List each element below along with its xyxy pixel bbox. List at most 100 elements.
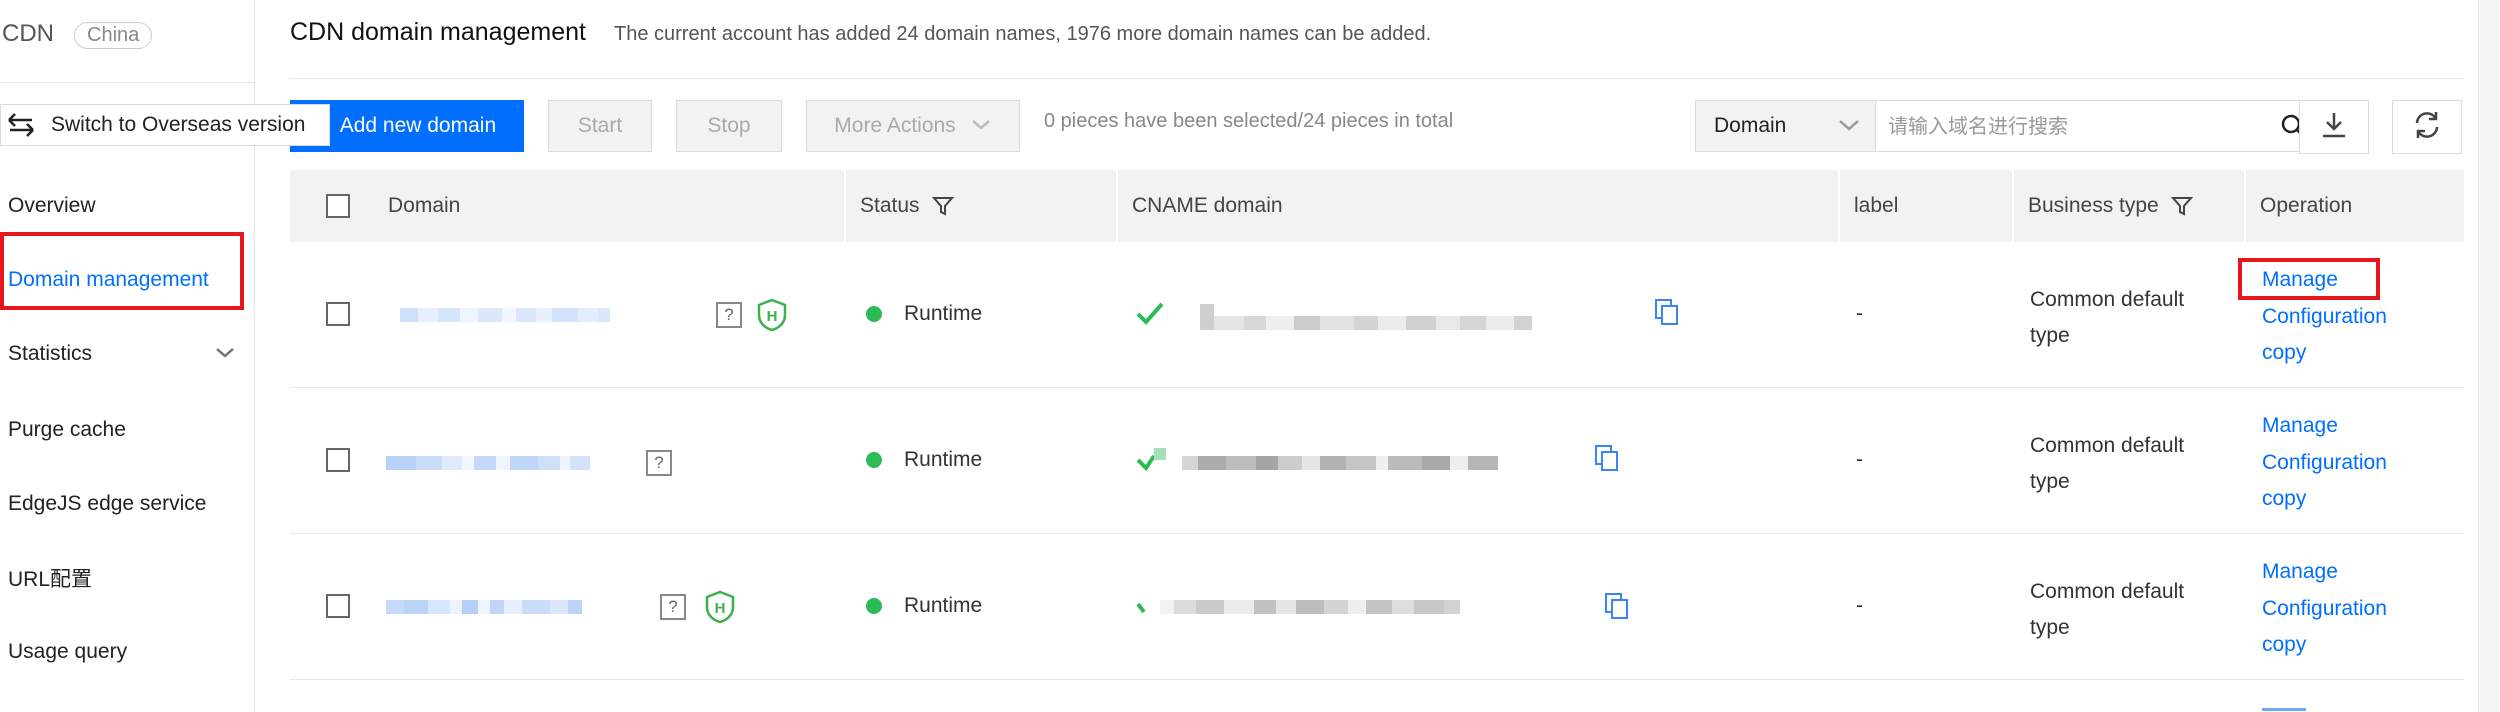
select-all-checkbox[interactable] (326, 194, 350, 218)
help-icon[interactable]: ? (716, 302, 742, 328)
brand-title: CDN (2, 20, 54, 47)
search-type-label: Domain (1714, 114, 1787, 137)
business-type-line: Common default (2030, 288, 2185, 311)
sidebar-item-label: Purge cache (8, 418, 126, 441)
configuration-link[interactable]: Configuration (2262, 591, 2387, 628)
cname-value (1182, 456, 1498, 470)
status-text: Runtime (904, 448, 983, 471)
business-type-value: Common default type (2030, 574, 2230, 646)
column-header-status: Status (846, 170, 1106, 242)
column-label: Domain (388, 194, 461, 217)
operation-links: Manage Configuration copy (2262, 408, 2387, 518)
manage-link[interactable]: Manage (2262, 554, 2387, 591)
check-icon (1136, 302, 1164, 325)
copy-icon[interactable] (1654, 298, 1680, 326)
highlight-box-manage (2238, 258, 2380, 300)
sidebar-item-url-config[interactable]: URL配置 (0, 556, 254, 600)
business-type-line: type (2030, 324, 2070, 347)
business-type-line: Common default (2030, 580, 2185, 603)
status-running-dot (866, 452, 882, 468)
copy-icon[interactable] (1604, 592, 1630, 620)
filter-icon[interactable] (931, 195, 954, 217)
switch-overseas-button[interactable]: Switch to Overseas version (0, 104, 330, 146)
sidebar-item-label: Usage query (8, 640, 128, 663)
start-label: Start (577, 114, 623, 137)
label-value: - (1856, 594, 1863, 617)
add-domain-label: Add new domain (339, 114, 497, 137)
configuration-link[interactable]: Configuration (2262, 299, 2387, 336)
stop-label: Stop (707, 114, 751, 137)
table-row: ? Runtime - Common default type Manage C… (290, 388, 2464, 534)
search-box: Domain (1695, 100, 2321, 152)
help-icon[interactable]: ? (660, 594, 686, 620)
copy-link[interactable]: copy (2262, 481, 2387, 518)
row-checkbox[interactable] (326, 302, 350, 326)
sidebar-item-label: EdgeJS edge service (8, 492, 207, 515)
manage-link-partial[interactable] (2262, 702, 2322, 712)
svg-text:H: H (715, 600, 726, 617)
check-icon (1136, 602, 1146, 614)
business-type-line: Common default (2030, 434, 2185, 457)
chevron-down-icon (1837, 115, 1861, 139)
page-title: CDN domain management (290, 18, 586, 46)
copy-icon[interactable] (1594, 444, 1620, 472)
chevron-down-icon (214, 344, 236, 368)
shield-icon: H (705, 590, 735, 624)
filter-icon[interactable] (2170, 195, 2193, 217)
sidebar-item-edgejs[interactable]: EdgeJS edge service (0, 482, 254, 526)
status-running-dot (866, 598, 882, 614)
status-text: Runtime (904, 302, 983, 325)
sidebar-item-purge-cache[interactable]: Purge cache (0, 408, 254, 452)
column-header-cname: CNAME domain (1118, 170, 1418, 242)
column-header-domain: Domain (374, 170, 634, 242)
column-label: CNAME domain (1132, 194, 1283, 217)
sidebar-item-label: Statistics (8, 342, 93, 365)
column-label: Business type (2028, 194, 2159, 217)
column-header-business-type: Business type (2014, 170, 2234, 242)
configuration-link[interactable]: Configuration (2262, 445, 2387, 482)
column-header-operation: Operation (2246, 170, 2446, 242)
selection-info: 0 pieces have been selected/24 pieces in… (1044, 110, 1454, 132)
shield-icon: H (757, 298, 787, 332)
label-value: - (1856, 448, 1863, 471)
manage-link[interactable]: Manage (2262, 408, 2387, 445)
region-badge[interactable]: China (74, 22, 153, 49)
refresh-button[interactable] (2392, 100, 2462, 154)
sidebar-item-overview[interactable]: Overview (0, 184, 254, 228)
start-button[interactable]: Start (548, 100, 652, 152)
scrollbar[interactable] (2478, 0, 2499, 712)
switch-arrows-icon (5, 111, 45, 139)
table-header: Domain Status CNAME domain label Busines… (290, 170, 2464, 242)
row-checkbox[interactable] (326, 448, 350, 472)
download-button[interactable] (2299, 100, 2369, 154)
business-type-line: type (2030, 616, 2070, 639)
chevron-down-icon (970, 114, 992, 138)
help-icon[interactable]: ? (646, 450, 672, 476)
domain-link[interactable] (400, 308, 610, 322)
domain-link[interactable] (386, 600, 582, 614)
stop-button[interactable]: Stop (676, 100, 782, 152)
highlight-box-domain-management (0, 232, 244, 310)
page-subtitle: The current account has added 24 domain … (614, 23, 1432, 45)
copy-link[interactable]: copy (2262, 335, 2387, 372)
operation-links: Manage Configuration copy (2262, 554, 2387, 664)
copy-link[interactable]: copy (2262, 627, 2387, 664)
business-type-value: Common default type (2030, 428, 2230, 500)
divider (290, 78, 2464, 79)
label-value: - (1856, 302, 1863, 325)
status-text: Runtime (904, 594, 983, 617)
more-actions-dropdown[interactable]: More Actions (806, 100, 1020, 152)
svg-text:H: H (767, 308, 778, 325)
sidebar-item-label: Overview (8, 194, 96, 217)
column-label: Status (860, 194, 920, 217)
search-input[interactable] (1886, 109, 2270, 145)
search-type-select[interactable]: Domain (1696, 101, 1876, 151)
sidebar-item-statistics[interactable]: Statistics (0, 332, 254, 376)
sidebar-item-usage-query[interactable]: Usage query (0, 630, 254, 674)
table-row: ? H Runtime - Common default type Manage… (290, 242, 2464, 388)
column-label: Operation (2260, 194, 2353, 217)
sidebar-item-label: URL配置 (8, 568, 93, 591)
domain-link[interactable] (386, 456, 590, 470)
column-label: label (1854, 194, 1899, 217)
row-checkbox[interactable] (326, 594, 350, 618)
